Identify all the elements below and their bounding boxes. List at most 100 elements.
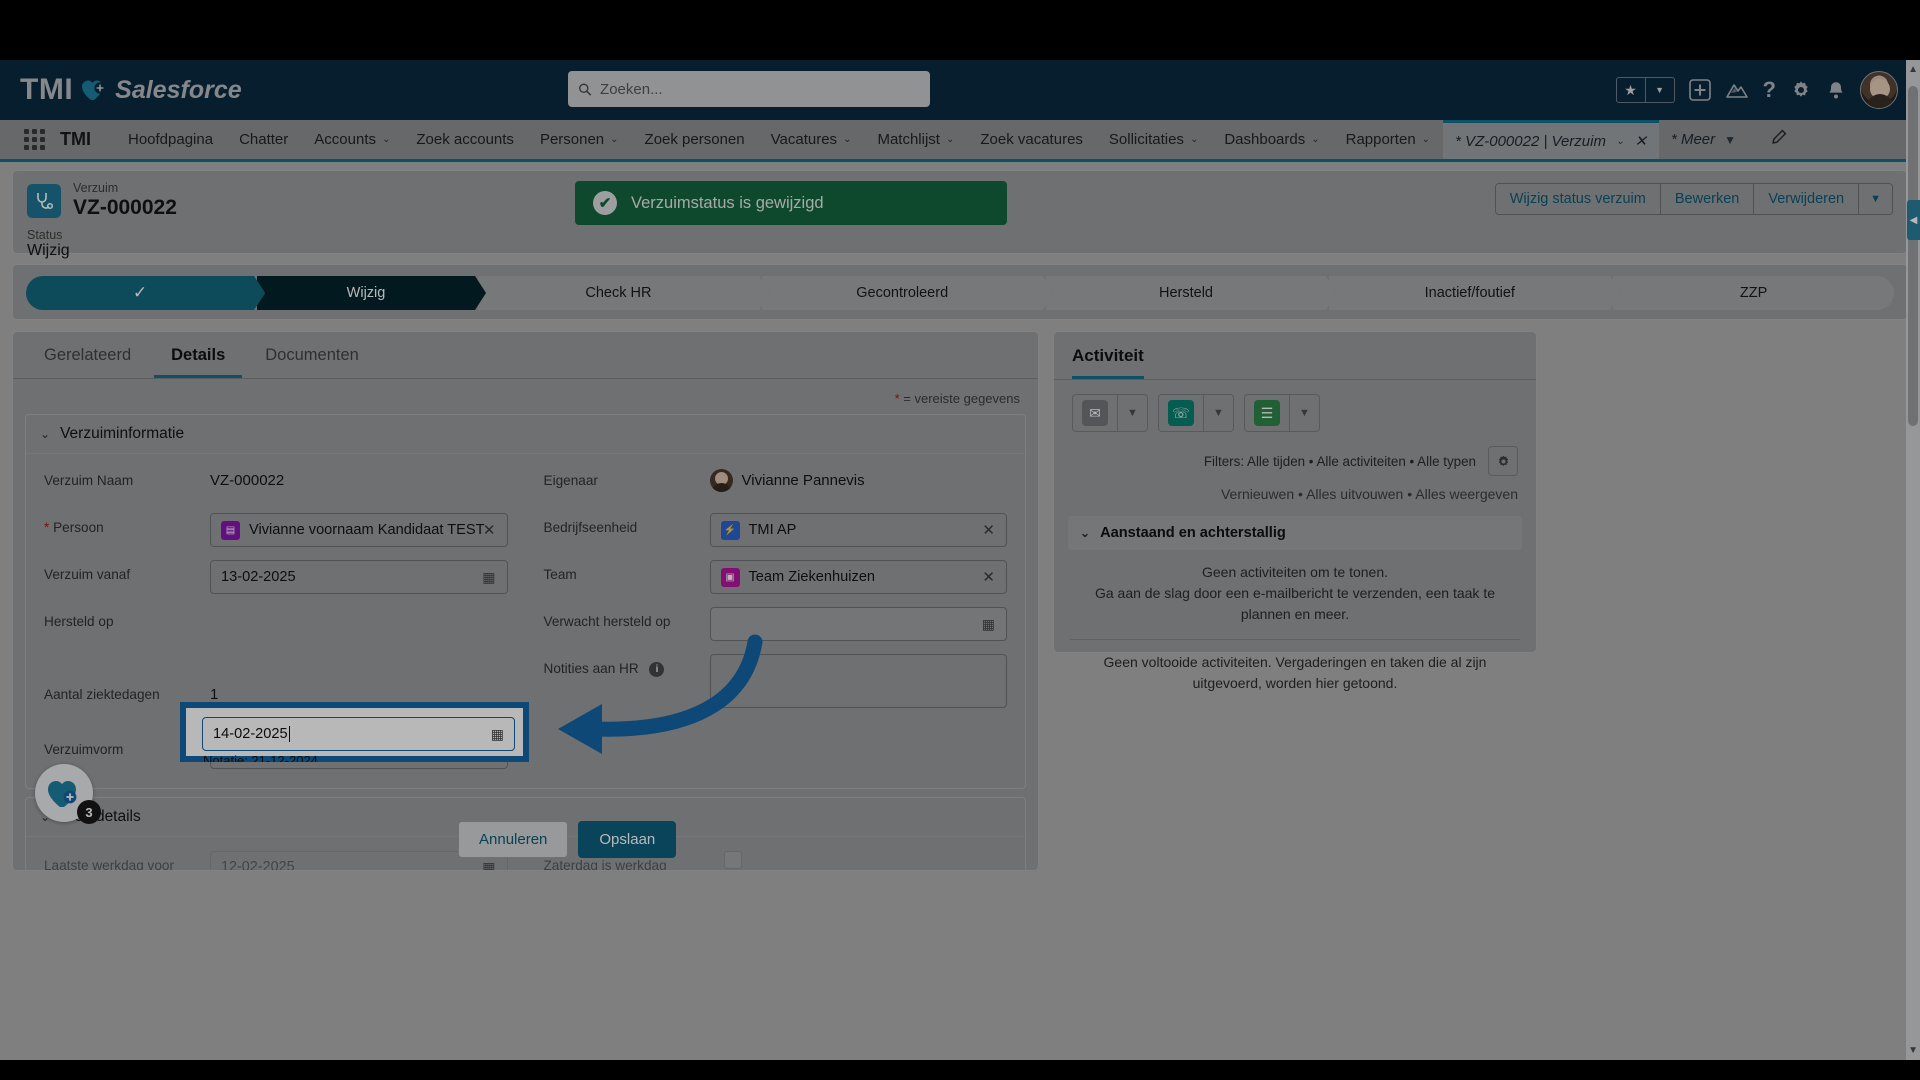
- tab-documenten[interactable]: Documenten: [248, 332, 376, 378]
- calendar-icon[interactable]: ▦: [982, 616, 995, 633]
- brand-salesforce-text: Salesforce: [115, 75, 242, 104]
- collapse-sidebar-icon[interactable]: ◀: [1907, 200, 1920, 240]
- path-stage-check-hr[interactable]: Check HR: [478, 276, 770, 310]
- nav-item-zoek-vacatures[interactable]: Zoek vacatures: [967, 120, 1096, 159]
- nav-item-accounts[interactable]: Accounts ⌄: [301, 120, 403, 159]
- star-icon[interactable]: ★: [1617, 78, 1645, 102]
- scroll-up-icon[interactable]: ▲: [1908, 64, 1918, 75]
- nav-item-rapporten[interactable]: Rapporten ⌄: [1333, 120, 1443, 159]
- tab-label: Activiteit: [1072, 345, 1144, 365]
- task-dropdown-chevron-down-icon[interactable]: ▼: [1289, 395, 1319, 431]
- bewerken-button[interactable]: Bewerken: [1660, 184, 1755, 214]
- setup-gear-icon[interactable]: [1790, 79, 1812, 101]
- annuleren-button[interactable]: Annuleren: [458, 821, 569, 858]
- nav-item-personen[interactable]: Personen ⌄: [527, 120, 632, 159]
- scrollbar-thumb[interactable]: [1908, 86, 1918, 426]
- global-search[interactable]: [568, 71, 930, 107]
- link-alles-weergeven[interactable]: Alles weergeven: [1415, 486, 1518, 502]
- new-task-action-button[interactable]: ☰: [1245, 395, 1289, 431]
- close-icon[interactable]: ✕: [1634, 132, 1647, 150]
- path-stage-label: ZZP: [1739, 285, 1768, 301]
- nav-item-label: Matchlijst: [877, 131, 940, 148]
- chat-unread-badge: 3: [77, 800, 101, 824]
- add-icon[interactable]: [1688, 79, 1711, 101]
- tab-vz-000022-verzuim[interactable]: * VZ-000022 | Verzuim ⌄ ✕: [1443, 120, 1659, 159]
- zaterdag-checkbox[interactable]: [723, 851, 742, 869]
- call-dropdown-chevron-down-icon[interactable]: ▼: [1203, 395, 1233, 431]
- more-actions-chevron-down-icon[interactable]: ▼: [1859, 184, 1892, 214]
- nav-item-sollicitaties[interactable]: Sollicitaties ⌄: [1096, 120, 1211, 159]
- verzuim-vanaf-date-input[interactable]: 13-02-2025 ▦: [210, 560, 508, 594]
- field-verzuim-vanaf: Verzuim vanaf 13-02-2025 ▦: [44, 560, 508, 594]
- email-dropdown-chevron-down-icon[interactable]: ▼: [1117, 395, 1147, 431]
- nav-item-zoek-accounts[interactable]: Zoek accounts: [403, 120, 527, 159]
- chevron-down-icon[interactable]: ▼: [1646, 78, 1674, 102]
- call-log-action-button[interactable]: ☏: [1159, 395, 1203, 431]
- tab-activiteit[interactable]: Activiteit: [1072, 332, 1144, 379]
- pencil-icon[interactable]: [1770, 129, 1787, 151]
- nav-item-dashboards[interactable]: Dashboards ⌄: [1211, 120, 1332, 159]
- info-icon[interactable]: i: [649, 661, 665, 677]
- nav-item-vacatures[interactable]: Vacatures ⌄: [758, 120, 865, 159]
- app-name-label: TMI: [60, 129, 91, 149]
- settings-gear-icon[interactable]: [1488, 446, 1518, 476]
- calendar-icon[interactable]: ▦: [491, 726, 504, 743]
- nav-item-hoofdpagina[interactable]: Hoofdpagina: [115, 120, 226, 159]
- activity-links-row: Vernieuwen • Alles uitvouwen • Alles wee…: [1054, 476, 1536, 502]
- team-lookup-input[interactable]: ▣ Team Ziekenhuizen ✕: [709, 560, 1007, 594]
- path-stage-gecontroleerd[interactable]: Gecontroleerd: [761, 276, 1054, 310]
- calendar-icon[interactable]: ▦: [482, 569, 495, 586]
- clear-icon[interactable]: ✕: [982, 568, 995, 586]
- app-launcher-icon[interactable]: [24, 129, 46, 150]
- hersteld-op-date-input[interactable]: 14-02-2025 ▦: [202, 717, 515, 751]
- field-label: Team: [543, 567, 577, 582]
- accordion-aanstaand-en-achterstallig[interactable]: ⌄ Aanstaand en achterstallig: [1068, 516, 1522, 550]
- notities-aan-hr-textarea[interactable]: [709, 654, 1007, 708]
- tab-details[interactable]: Details: [154, 332, 242, 378]
- clear-icon[interactable]: ✕: [483, 521, 496, 539]
- opslaan-button[interactable]: Opslaan: [578, 821, 677, 858]
- chevron-down-icon[interactable]: ⌄: [40, 427, 50, 441]
- chevron-down-icon[interactable]: ⌄: [1616, 136, 1624, 147]
- calendar-icon[interactable]: ▦: [482, 859, 495, 871]
- nav-item-label: Chatter: [239, 131, 289, 148]
- nav-item-matchlijst[interactable]: Matchlijst ⌄: [864, 120, 967, 159]
- date-value: 14-02-2025: [213, 726, 288, 742]
- scroll-down-icon[interactable]: ▼: [1908, 1045, 1918, 1056]
- nav-item-label: Personen: [539, 131, 605, 148]
- tab-meer[interactable]: * Meer ▼: [1659, 131, 1748, 148]
- path-stage-hersteld[interactable]: Hersteld: [1045, 276, 1338, 310]
- section-header[interactable]: ⌄ Verzuiminformatie: [26, 415, 1025, 454]
- path-stage-inactief-foutief[interactable]: Inactief/foutief: [1329, 276, 1622, 310]
- chat-launcher-button[interactable]: 3: [35, 764, 101, 824]
- path-stage-wijzig[interactable]: Wijzig: [257, 276, 486, 310]
- required-star: *: [894, 391, 900, 406]
- path-stage-zzp[interactable]: ZZP: [1613, 276, 1894, 310]
- favorites-group[interactable]: ★ ▼: [1615, 77, 1675, 103]
- user-avatar[interactable]: [1860, 71, 1898, 109]
- search-input[interactable]: [600, 80, 920, 98]
- clear-icon[interactable]: ✕: [982, 521, 995, 539]
- path-stage-completed[interactable]: ✓: [26, 276, 265, 310]
- help-icon[interactable]: ?: [1763, 77, 1776, 103]
- bedrijfseenheid-lookup-input[interactable]: ⚡ TMI AP ✕: [709, 513, 1007, 547]
- email-action-button[interactable]: ✉: [1073, 395, 1117, 431]
- link-alles-uitvouwen[interactable]: Alles uitvouwen: [1306, 486, 1403, 502]
- nav-item-chatter[interactable]: Chatter: [226, 120, 301, 159]
- learning-mountain-icon[interactable]: [1725, 80, 1749, 100]
- nav-item-zoek-personen[interactable]: Zoek personen: [632, 120, 758, 159]
- chevron-down-icon[interactable]: ▼: [1724, 133, 1736, 147]
- wijzig-status-verzuim-button[interactable]: Wijzig status verzuim: [1495, 184, 1661, 214]
- notifications-bell-icon[interactable]: [1826, 80, 1846, 101]
- required-fields-note: * = vereiste gegevens: [13, 379, 1038, 414]
- persoon-lookup-input[interactable]: ▤ Vivianne voornaam Kandidaat TEST ✕: [210, 513, 508, 547]
- nav-item-label: Zoek vacatures: [980, 131, 1083, 148]
- status-label: Status: [27, 228, 63, 243]
- verwijderen-button[interactable]: Verwijderen: [1754, 184, 1860, 214]
- link-vernieuwen[interactable]: Vernieuwen: [1221, 486, 1294, 502]
- verwacht-hersteld-op-date-input[interactable]: ▦: [709, 607, 1007, 641]
- date-value: 13-02-2025: [221, 569, 296, 585]
- owner-value[interactable]: Vivianne Pannevis: [709, 466, 1008, 492]
- nav-item-label: Zoek accounts: [416, 131, 514, 148]
- tab-gerelateerd[interactable]: Gerelateerd: [27, 332, 148, 378]
